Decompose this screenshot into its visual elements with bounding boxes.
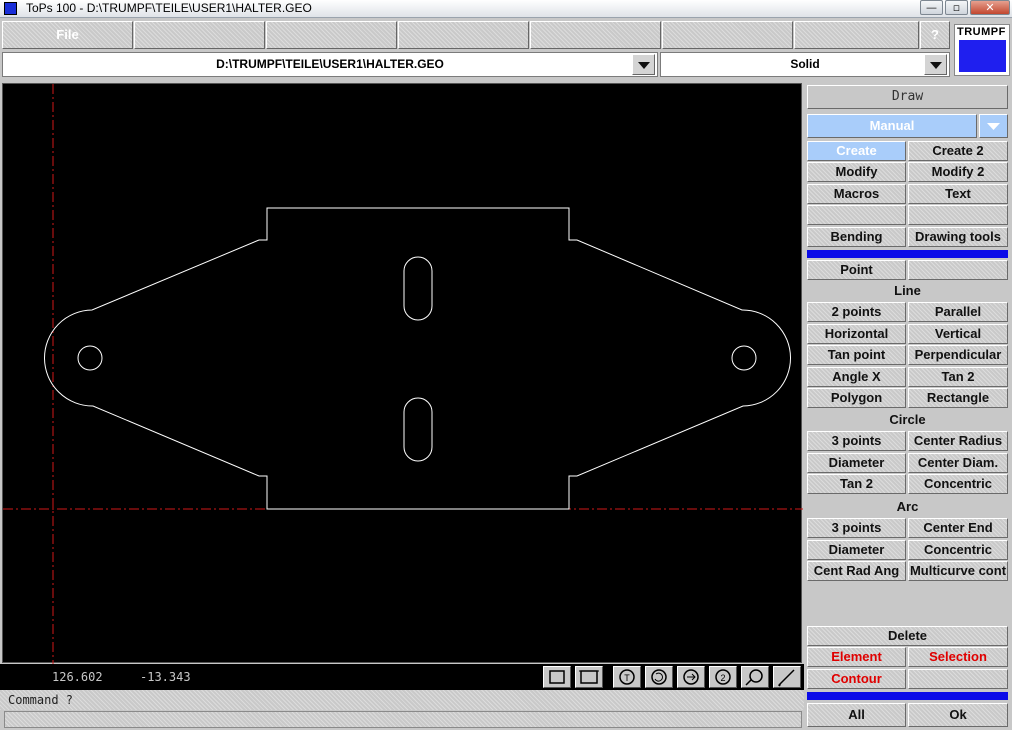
command-prompt: Command ? (0, 690, 804, 710)
tab-empty-2 (908, 205, 1008, 225)
rect-frame-icon[interactable] (575, 666, 603, 688)
menu-item-4[interactable] (398, 21, 529, 49)
arc-diameter-button[interactable]: Diameter (807, 540, 906, 560)
drawing-canvas[interactable] (2, 83, 803, 664)
circle-concentric-button[interactable]: Concentric (908, 474, 1008, 494)
delete-empty (908, 669, 1008, 689)
trumpf-logo: TRUMPF (954, 24, 1010, 76)
zoom-lasso-icon[interactable] (741, 666, 769, 688)
circle-diameter-button[interactable]: Diameter (807, 453, 906, 473)
circle-3-points-button[interactable]: 3 points (807, 431, 906, 451)
geometry-svg (3, 84, 803, 664)
title-bar: ToPs 100 - D:\TRUMPF\TEILE\USER1\HALTER.… (0, 0, 1012, 18)
arc-concentric-button[interactable]: Concentric (908, 540, 1008, 560)
logo-text: TRUMPF (957, 26, 1006, 38)
line-tan-point-button[interactable]: Tan point (807, 345, 906, 365)
tab-modify-2[interactable]: Modify 2 (908, 162, 1008, 182)
point-button[interactable]: Point (807, 260, 906, 280)
y-coordinate: -13.343 (140, 670, 191, 684)
app-icon (4, 2, 17, 15)
menu-item-2[interactable] (134, 21, 265, 49)
command-input[interactable] (4, 711, 802, 728)
pencil-icon[interactable] (773, 666, 801, 688)
window-title: ToPs 100 - D:\TRUMPF\TEILE\USER1\HALTER.… (26, 1, 312, 15)
menu-item-5[interactable] (530, 21, 661, 49)
delete-selection-button[interactable]: Selection (908, 647, 1008, 667)
menu-item-7[interactable] (794, 21, 919, 49)
blue-separator-2 (807, 692, 1008, 700)
line-horizontal-button[interactable]: Horizontal (807, 324, 906, 344)
line-parallel-button[interactable]: Parallel (908, 302, 1008, 322)
tab-text[interactable]: Text (908, 184, 1008, 204)
point-empty (908, 260, 1008, 280)
delete-element-button[interactable]: Element (807, 647, 906, 667)
rect-select-icon[interactable] (543, 666, 571, 688)
tab-empty-1 (807, 205, 906, 225)
circle-center-diam-button[interactable]: Center Diam. (908, 453, 1008, 473)
menu-file[interactable]: File (2, 21, 133, 49)
zoom-arrow-icon[interactable] (677, 666, 705, 688)
line-section-title: Line (894, 283, 921, 298)
all-button[interactable]: All (807, 703, 906, 727)
arc-center-end-button[interactable]: Center End (908, 518, 1008, 538)
arc-cent-rad-ang-button[interactable]: Cent Rad Ang (807, 561, 906, 581)
lower-slot (403, 397, 433, 462)
mode-select[interactable]: Manual (807, 114, 977, 138)
tab-bending[interactable]: Bending (807, 227, 906, 247)
line-style-select[interactable]: Solid (660, 52, 950, 77)
upper-slot (403, 256, 433, 321)
blue-separator-1 (807, 250, 1008, 258)
help-button[interactable]: ? (920, 21, 950, 49)
part-outline (44, 207, 791, 510)
menu-item-3[interactable] (266, 21, 397, 49)
tab-create-2[interactable]: Create 2 (908, 141, 1008, 161)
arc-multicurve-cont-button[interactable]: Multicurve cont (908, 561, 1008, 581)
file-path-select[interactable]: D:\TRUMPF\TEILE\USER1\HALTER.GEO (2, 52, 658, 77)
line-2-points-button[interactable]: 2 points (807, 302, 906, 322)
tab-drawing-tools[interactable]: Drawing tools (908, 227, 1008, 247)
ok-button[interactable]: Ok (908, 703, 1008, 727)
left-hole (77, 345, 103, 371)
line-perpendicular-button[interactable]: Perpendicular (908, 345, 1008, 365)
zoom-rotate-icon[interactable] (645, 666, 673, 688)
line-tan-2-button[interactable]: Tan 2 (908, 367, 1008, 387)
mode-dropdown-arrow-icon[interactable] (979, 114, 1008, 138)
tab-macros[interactable]: Macros (807, 184, 906, 204)
maximize-button[interactable]: ▫ (945, 0, 968, 15)
delete-contour-button[interactable]: Contour (807, 669, 906, 689)
logo-blue-block (959, 40, 1006, 72)
line-polygon-button[interactable]: Polygon (807, 388, 906, 408)
close-button[interactable]: ✕ (970, 0, 1010, 15)
tab-create[interactable]: Create (807, 141, 906, 161)
arc-3-points-button[interactable]: 3 points (807, 518, 906, 538)
circle-section-title: Circle (889, 412, 926, 427)
circle-tan-2-button[interactable]: Tan 2 (807, 474, 906, 494)
svg-text:T: T (624, 673, 630, 683)
menu-item-6[interactable] (662, 21, 793, 49)
line-vertical-button[interactable]: Vertical (908, 324, 1008, 344)
svg-text:2: 2 (720, 673, 725, 683)
minimize-button[interactable]: — (920, 0, 943, 15)
line-rectangle-button[interactable]: Rectangle (908, 388, 1008, 408)
line-style-dropdown-arrow-icon[interactable] (924, 54, 947, 75)
x-coordinate: 126.602 (52, 670, 103, 684)
arc-section-title: Arc (896, 499, 919, 514)
delete-section-title: Delete (807, 626, 1008, 646)
tab-modify[interactable]: Modify (807, 162, 906, 182)
line-angle-x-button[interactable]: Angle X (807, 367, 906, 387)
right-hole (731, 345, 757, 371)
file-path-dropdown-arrow-icon[interactable] (632, 54, 655, 75)
zoom-2-icon[interactable]: 2 (709, 666, 737, 688)
panel-header-draw: Draw (807, 85, 1008, 109)
zoom-t-icon[interactable]: T (613, 666, 641, 688)
circle-center-radius-button[interactable]: Center Radius (908, 431, 1008, 451)
